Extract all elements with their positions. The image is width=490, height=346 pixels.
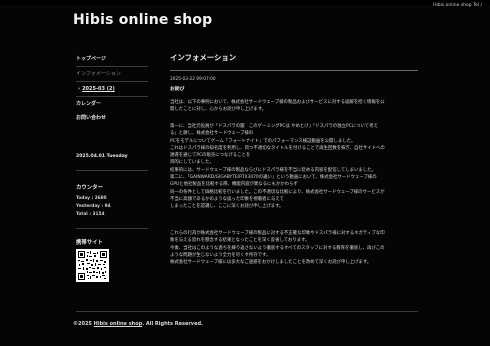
mobile-site-title: 携帯サイト [76,240,103,246]
text-line: 同一の条件として価格比較を行いました。この不適切な比較により、株式会社サードウェ… [170,189,385,195]
counter-total-value: 3154 [92,212,105,217]
counter-total-label: Total [76,212,88,217]
post-paragraph-3: これらの行為が株式会社サードウェーブ様の製品に対する不正確な印象やドスパラ様に対… [170,230,418,266]
post-title[interactable]: お詫び [170,85,184,92]
counter-today-value: 2680 [94,196,107,201]
copyright-year: ©2025 [73,321,92,327]
text-line: これらの行為が株式会社サードウェーブ様の製品に対する不正確な印象やドスパラ様に対… [170,231,385,236]
text-line: これはドスパラ様の知名度を利用し、目つ不適切なタイトルを付けることで再生回数を稼… [170,145,385,151]
post-timestamp: 2025-03-22 09:07:00 [170,77,216,82]
sidebar-item-contact[interactable]: お問い合わせ [76,111,156,125]
page-title: インフォメーション [170,53,237,62]
counter-today-label: Today [76,196,90,201]
sidebar-item-top-page[interactable]: トップページ [76,52,156,66]
text-line: PCをモデルについてゲーム「フォートナイト」でのパフォーマンス検証動画を公開しま… [170,138,356,144]
text-line: GPUと他社製品を比較する際、機能内容が異なるにもかかわらず [170,182,298,188]
current-date: 2025.04.01 Tuesday [76,154,128,159]
top-bar [0,0,490,5]
sidebar-item-calendar[interactable]: カレンダー [76,97,156,111]
qr-code-icon [78,251,107,280]
divider [76,311,418,312]
counter-yesterday-value: 94 [104,204,111,209]
sidebar: トップページ インフォメーション › 2025-03 (2) カレンダー お問い合… [76,52,156,125]
text-line: しまったことを認識し、ここに深くお詫び申し上げます。 [170,204,284,210]
counter-yesterday-label: Yesterday [76,204,100,209]
counter-yesterday: Yesterday : 94 [76,204,111,209]
text-line: 第二に、「GAINWARD/GIGABYTE/RTX3070の違い」という動画に… [170,175,377,181]
post-paragraph-2: 第一に、当社元役員が「ドスパラの闇 このゲーミングPCは やめとけ」「ドスパラの… [170,123,418,211]
text-line: 目的にしていました。 [170,160,214,166]
counter-total: Total : 3154 [76,212,105,217]
header-tagline: Hibis online shop Tel / [433,3,482,8]
text-line: る」と題し、株式会社サードウェーブ様の [170,131,254,137]
sidebar-item-information[interactable]: インフォメーション [76,67,156,81]
divider [76,228,148,229]
divider [76,170,148,171]
text-line: 当社は、以下の事例において、株式会社サードウェーブ様の製品およびサービスに対する… [170,100,385,105]
archive-link-label[interactable]: 2025-03 (2) [82,86,115,92]
site-title[interactable]: Hibis online shop [73,12,212,28]
text-line: 不当に高額であるかのような誤った印象を視聴者に与えて [170,196,284,202]
footer-site-link[interactable]: Hibis online shop [94,321,143,327]
text-line: 結果的には、サードウェーブ様の製品ならびにドスパラ様を不当に貶める内容を配信して… [170,167,376,173]
text-line: 株式会社サードウェーブ様には多大なご迷惑をおかけしましたことを改めて深くお詫び申… [170,260,372,266]
copyright-suffix: . All Rights Reserved. [142,321,203,327]
text-line: 今後、当社はこのような過ちを繰り返さないよう徹底するすべてのスタッフに対する教育… [170,245,385,251]
text-line: 開したことに対し、心からお詫び申し上げます。 [170,107,267,113]
footer-copyright: ©2025 Hibis online shop. All Rights Rese… [73,321,203,327]
counter-title: カウンター [76,185,103,191]
sidebar-item-archive-2025-03[interactable]: › 2025-03 (2) [76,82,156,96]
text-line: 象を与える恐れを懸念する結果となったことを深く反省しております。 [170,238,310,244]
text-line: 第一に、当社元役員が「ドスパラの闇 このゲーミングPCは やめとけ」「ドスパラの… [170,124,378,129]
main-content: インフォメーション 2025-03-22 09:07:00 お詫び 当社は、以下… [170,52,418,265]
counter-today: Today : 2680 [76,196,107,201]
chevron-right-icon: › [78,86,81,92]
post-paragraph-1: 当社は、以下の事例において、株式会社サードウェーブ様の製品およびサービスに対する… [170,99,418,114]
text-line: 誘導を通じてPCの販売につなげることを [170,153,251,159]
qr-code-image[interactable] [76,249,109,282]
text-line: ような問題が生じないよう全力を尽くす所存です。 [170,252,271,258]
divider [170,70,418,71]
